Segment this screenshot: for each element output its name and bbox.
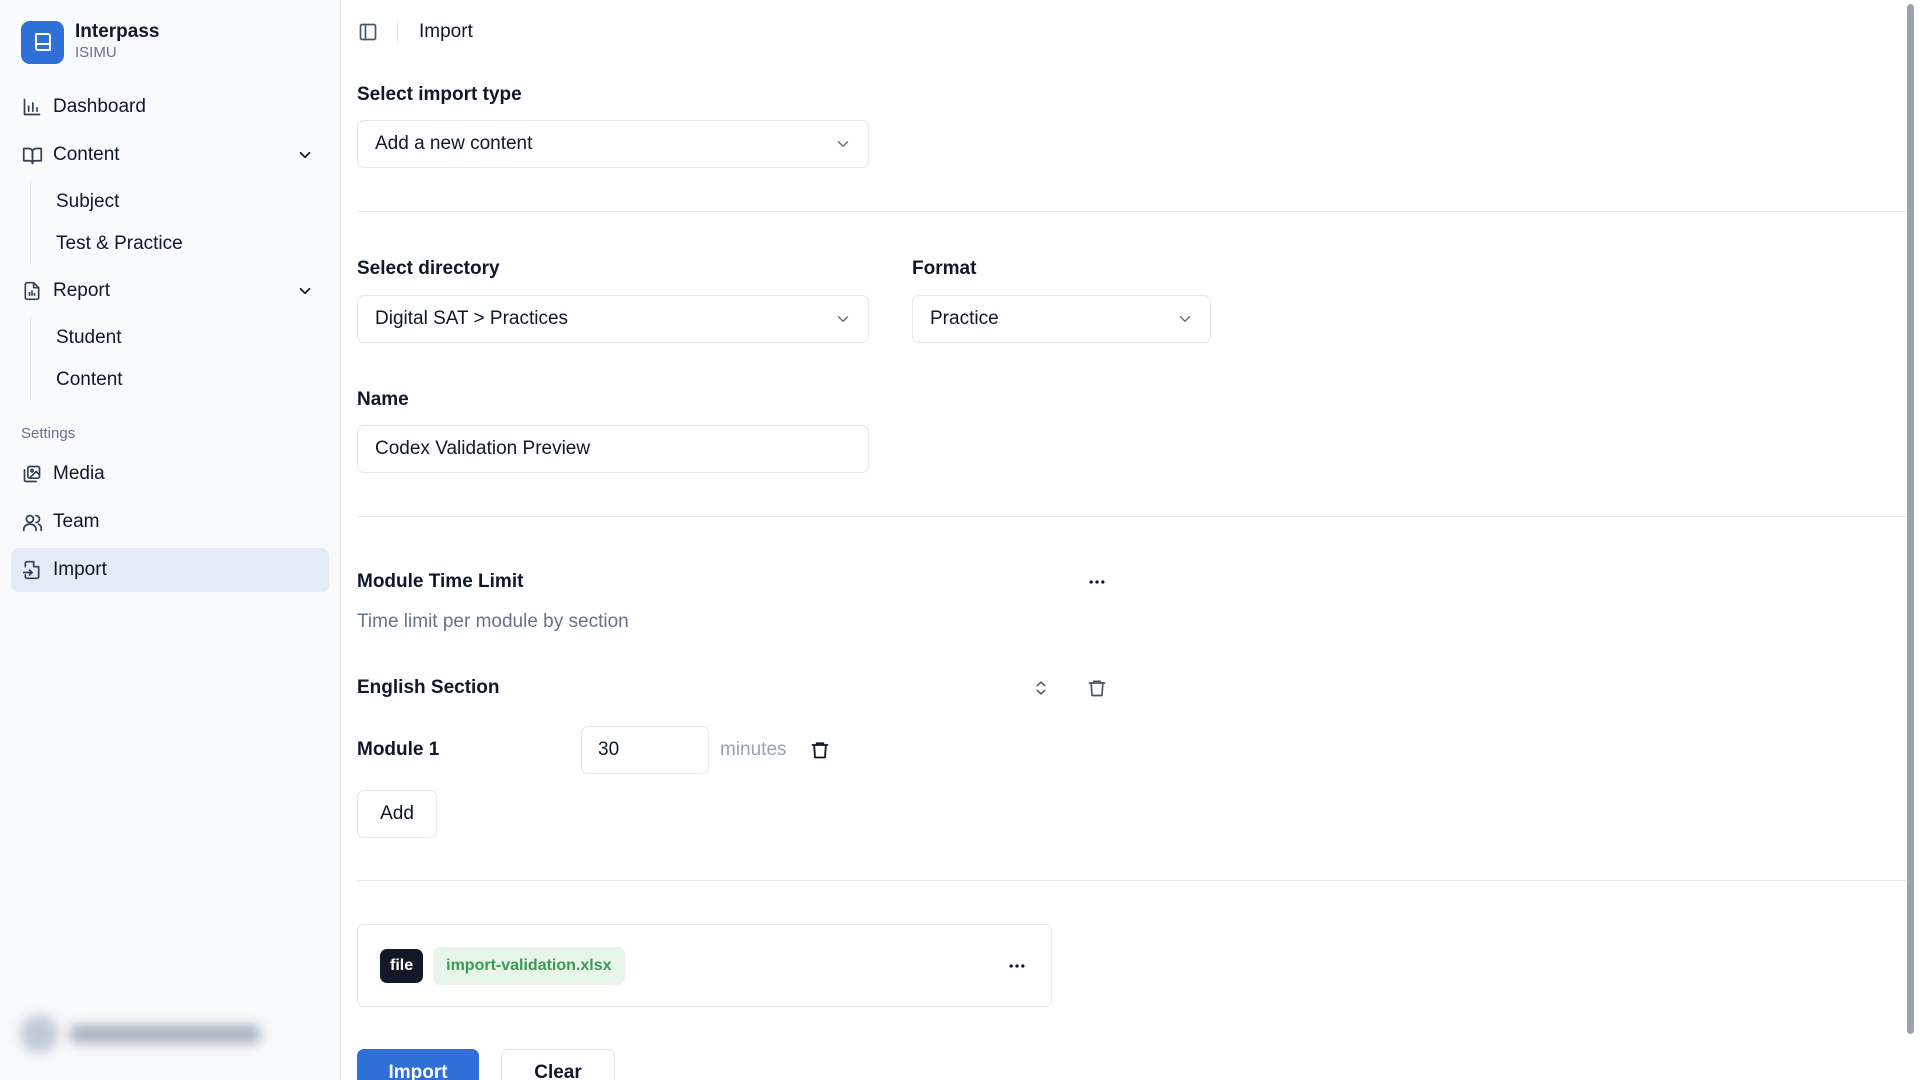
chevron-down-icon — [834, 135, 852, 153]
users-icon — [21, 511, 43, 533]
section-row: English Section — [357, 676, 1109, 700]
report-subnav: Student Content — [30, 317, 329, 401]
import-button[interactable]: Import — [357, 1049, 479, 1080]
breadcrumb: Import — [419, 21, 473, 42]
directory-label: Select directory — [357, 258, 500, 279]
name-input[interactable] — [357, 425, 869, 473]
module-time-limit-title: Module Time Limit — [357, 571, 524, 592]
file-report-icon — [21, 280, 43, 302]
content-subnav: Subject Test & Practice — [30, 181, 329, 265]
sidebar-item-import[interactable]: Import — [11, 548, 329, 592]
module-label: Module 1 — [357, 739, 440, 760]
ellipsis-icon[interactable] — [1005, 954, 1029, 978]
module-unit: minutes — [720, 739, 787, 760]
chevron-down-icon — [834, 310, 852, 328]
sidebar-item-label: Dashboard — [53, 96, 146, 117]
topbar: Import — [341, 0, 1920, 64]
sidebar-item-report-content[interactable]: Content — [31, 359, 329, 401]
section-divider — [357, 880, 1913, 881]
brand-name: Interpass — [75, 21, 160, 43]
sidebar-item-report[interactable]: Report — [11, 269, 329, 313]
section-divider — [357, 211, 1913, 212]
file-card: file import-validation.xlsx — [357, 924, 1052, 1007]
trash-icon[interactable] — [808, 738, 832, 762]
trash-icon[interactable] — [1085, 676, 1109, 700]
brand-subtitle: ISIMU — [75, 44, 117, 62]
clear-button[interactable]: Clear — [501, 1049, 615, 1080]
add-module-button[interactable]: Add — [357, 790, 437, 838]
name-label: Name — [357, 389, 409, 410]
topbar-divider — [397, 21, 398, 43]
ellipsis-icon[interactable] — [1085, 570, 1109, 594]
settings-section-label: Settings — [21, 425, 76, 442]
module-minutes-input[interactable] — [581, 726, 709, 774]
avatar — [20, 1015, 58, 1053]
main-content: Import Select import type Add a new cont… — [341, 0, 1920, 1080]
import-type-select[interactable]: Add a new content — [357, 120, 869, 168]
bar-chart-icon — [21, 96, 43, 118]
file-import-icon — [21, 559, 43, 581]
chevron-down-icon[interactable] — [295, 281, 315, 301]
chevrons-up-down-icon[interactable] — [1029, 676, 1053, 700]
directory-select[interactable]: Digital SAT > Practices — [357, 295, 869, 343]
sidebar-item-team[interactable]: Team — [11, 500, 329, 544]
sidebar-item-test-practice[interactable]: Test & Practice — [31, 223, 329, 265]
file-name-badge: import-validation.xlsx — [433, 946, 625, 985]
sidebar-item-label: Content — [53, 144, 120, 165]
scrollbar[interactable] — [1907, 4, 1914, 1034]
sidebar-item-label: Report — [53, 280, 111, 301]
module-time-limit-description: Time limit per module by section — [357, 611, 629, 632]
panel-left-icon[interactable] — [357, 21, 379, 43]
sidebar: Interpass ISIMU Dashboard Content Subjec… — [0, 0, 341, 1080]
file-type-badge: file — [380, 948, 424, 983]
book-icon — [21, 20, 64, 64]
format-select[interactable]: Practice — [912, 295, 1211, 343]
module-time-limit-header: Module Time Limit — [357, 570, 1109, 594]
open-book-icon — [21, 144, 43, 166]
images-icon — [21, 463, 43, 485]
sidebar-item-media[interactable]: Media — [11, 452, 329, 496]
chevron-down-icon — [1176, 310, 1194, 328]
import-type-label: Select import type — [357, 84, 522, 105]
user-profile[interactable] — [20, 1014, 280, 1054]
section-name: English Section — [357, 677, 500, 698]
user-name-blurred — [70, 1025, 260, 1043]
format-value: Practice — [930, 308, 999, 329]
sidebar-item-dashboard[interactable]: Dashboard — [11, 85, 329, 129]
sidebar-nav: Dashboard Content Subject Test & Practic… — [11, 85, 329, 592]
sidebar-item-subject[interactable]: Subject — [31, 181, 329, 223]
format-label: Format — [912, 258, 977, 279]
chevron-down-icon[interactable] — [295, 145, 315, 165]
import-type-value: Add a new content — [375, 133, 533, 154]
sidebar-item-label: Team — [53, 511, 100, 532]
module-row: Module 1 minutes — [357, 726, 832, 774]
sidebar-item-student[interactable]: Student — [31, 317, 329, 359]
sidebar-item-content[interactable]: Content — [11, 133, 329, 177]
directory-value: Digital SAT > Practices — [375, 308, 569, 329]
sidebar-item-label: Import — [53, 559, 107, 580]
section-divider — [357, 516, 1913, 517]
brand[interactable]: Interpass ISIMU — [11, 0, 329, 64]
sidebar-item-label: Media — [53, 463, 105, 484]
